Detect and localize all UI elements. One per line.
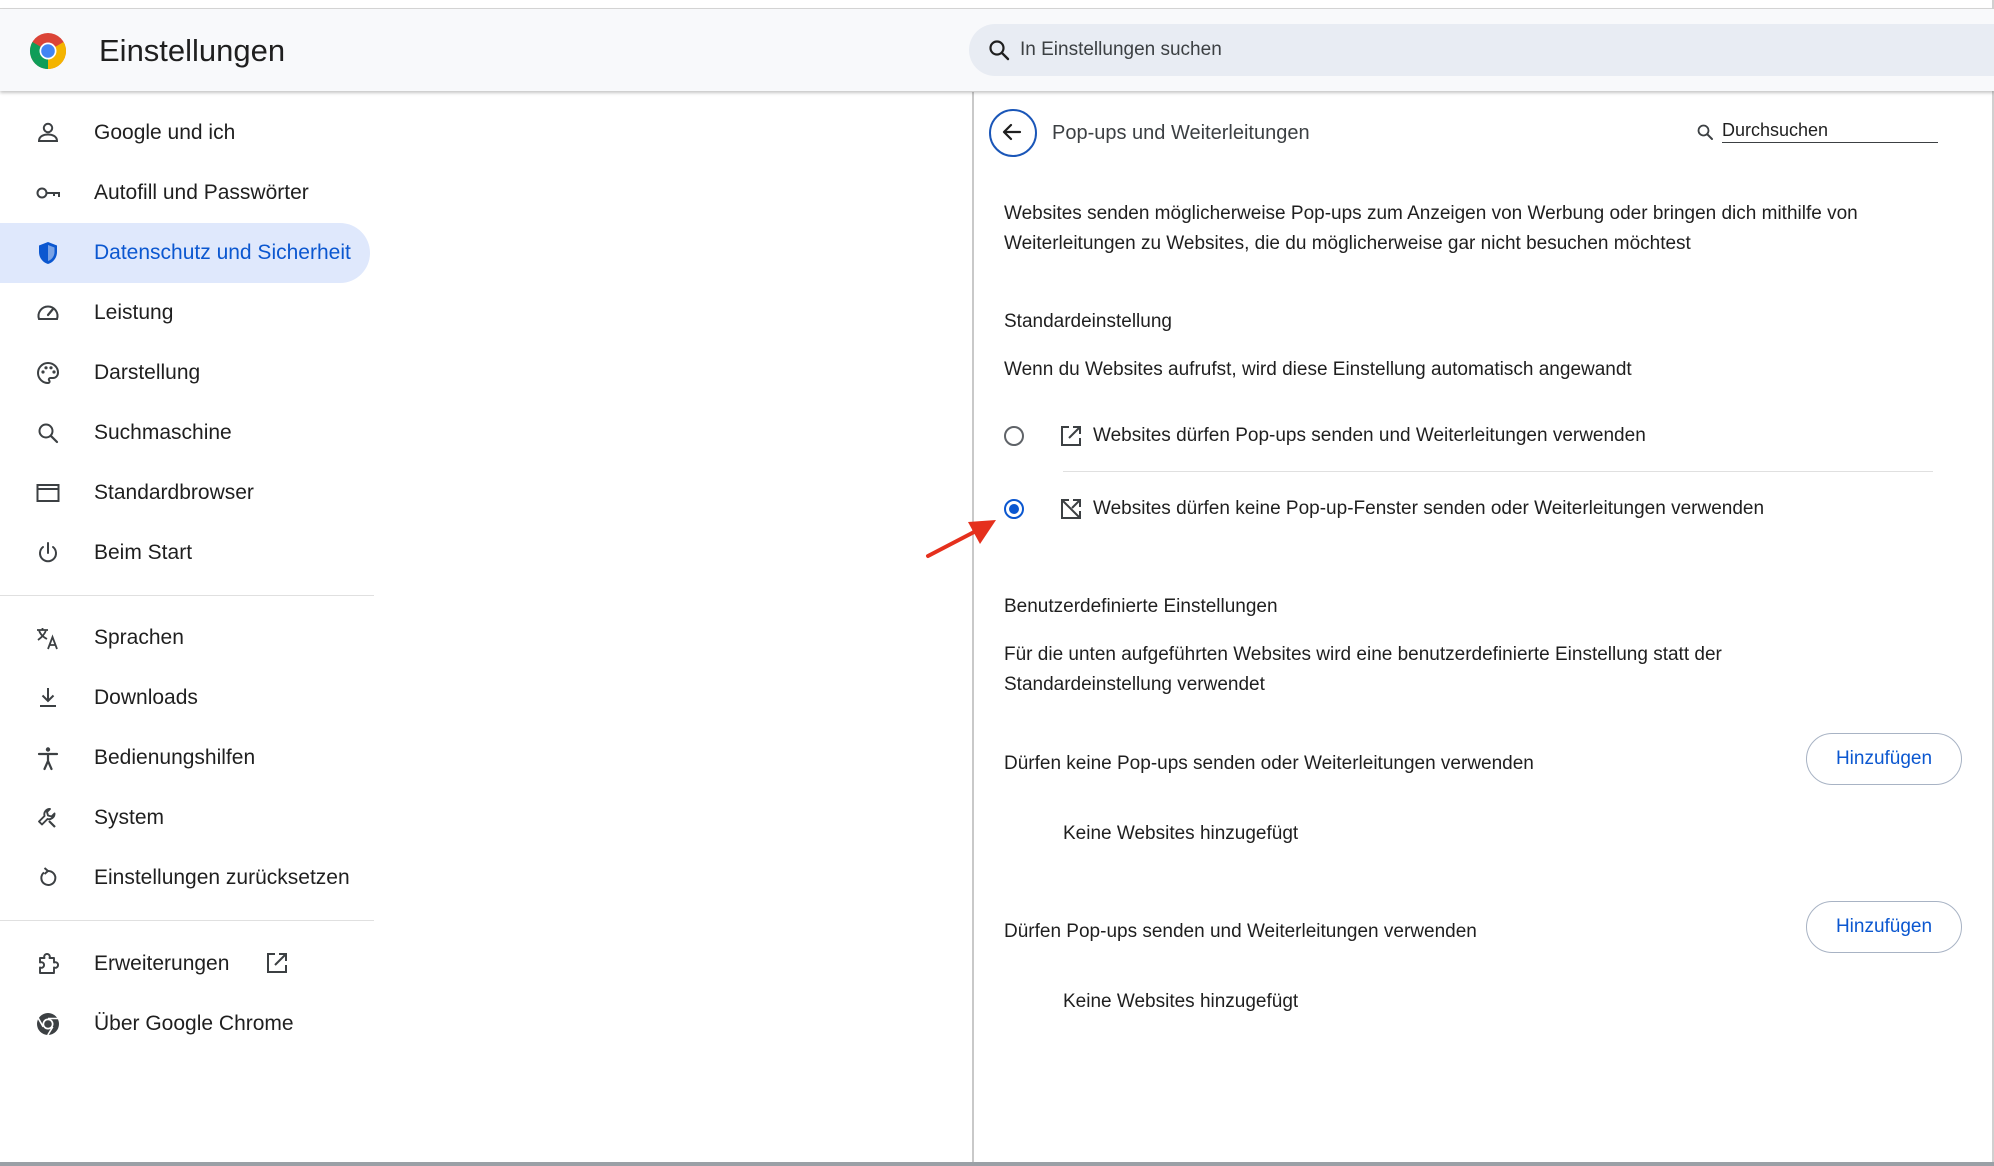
person-icon xyxy=(37,122,59,142)
sidebar-item-label: Leistung xyxy=(94,301,174,324)
custom-settings-description: Für die unten aufgeführten Websites wird… xyxy=(1004,644,1722,695)
sidebar-item-datenschutz[interactable]: Datenschutz und Sicherheit xyxy=(0,223,370,283)
popups-settings-panel: Pop-ups und Weiterleitungen Websites sen… xyxy=(974,92,1992,1162)
radio-option-block[interactable]: Websites dürfen keine Pop-up-Fenster sen… xyxy=(1004,476,1962,542)
annotation-arrow xyxy=(926,520,996,558)
sidebar-item-label: Standardbrowser xyxy=(94,481,254,504)
sidebar-item-label: Bedienungshilfen xyxy=(94,746,256,769)
shield-icon xyxy=(39,242,57,264)
chrome-icon xyxy=(37,1013,59,1036)
sidebar: Google und ich Autofill und Passwörter D… xyxy=(0,92,374,1166)
custom-settings-heading: Benutzerdefinierte Einstellungen xyxy=(1004,596,1278,617)
search-icon xyxy=(38,423,59,444)
back-button[interactable] xyxy=(989,109,1037,157)
translate-icon xyxy=(37,628,58,650)
settings-header: Einstellungen In Einstellungen suchen xyxy=(0,9,1994,91)
sidebar-divider xyxy=(0,920,374,921)
sidebar-item-suchmaschine[interactable]: Suchmaschine xyxy=(0,403,374,463)
download-icon xyxy=(40,688,56,707)
block-list-heading: Dürfen keine Pop-ups senden oder Weiterl… xyxy=(1004,753,1534,774)
panel-search-input[interactable] xyxy=(1722,118,1938,143)
sidebar-item-label: Über Google Chrome xyxy=(94,1012,294,1035)
popup-blocked-icon xyxy=(1061,499,1081,519)
key-icon xyxy=(36,187,60,199)
radio-allow[interactable] xyxy=(1004,426,1024,446)
settings-search-bar[interactable]: In Einstellungen suchen xyxy=(969,24,1994,76)
sidebar-item-label: Autofill und Passwörter xyxy=(94,181,309,204)
chrome-logo-icon xyxy=(29,33,67,69)
sidebar-item-label: Darstellung xyxy=(94,361,201,384)
accessibility-icon xyxy=(37,747,59,771)
sidebar-item-ueber-chrome[interactable]: Über Google Chrome xyxy=(0,994,374,1054)
arrow-back-icon xyxy=(1002,123,1022,141)
sidebar-item-label: Suchmaschine xyxy=(94,421,232,444)
top-border xyxy=(0,0,1994,9)
radio-block[interactable] xyxy=(1004,499,1024,519)
wrench-icon xyxy=(38,808,56,828)
sidebar-item-erweiterungen[interactable]: Erweiterungen xyxy=(0,934,374,994)
puzzle-icon xyxy=(39,953,59,974)
reset-icon xyxy=(40,867,57,886)
sidebar-item-system[interactable]: System xyxy=(0,788,374,848)
open-in-new-icon xyxy=(267,953,287,973)
sidebar-item-downloads[interactable]: Downloads xyxy=(0,668,374,728)
allow-list-heading: Dürfen Pop-ups senden und Weiterleitunge… xyxy=(1004,921,1477,942)
search-icon xyxy=(1697,124,1713,140)
window-bottom-edge xyxy=(0,1162,1994,1166)
radio-option-allow[interactable]: Websites dürfen Pop-ups senden und Weite… xyxy=(1004,403,1962,469)
app-title: Einstellungen xyxy=(99,33,286,68)
sidebar-item-label: Datenschutz und Sicherheit xyxy=(94,241,351,264)
palette-icon xyxy=(36,361,60,385)
sidebar-item-darstellung[interactable]: Darstellung xyxy=(0,343,374,403)
add-blocked-site-button[interactable]: Hinzufügen xyxy=(1806,733,1962,785)
open-in-new-icon xyxy=(1061,426,1081,446)
sidebar-item-bedienungshilfen[interactable]: Bedienungshilfen xyxy=(0,728,374,788)
sidebar-item-label: Google und ich xyxy=(94,121,236,144)
sidebar-item-leistung[interactable]: Leistung xyxy=(0,283,374,343)
sidebar-item-label: Downloads xyxy=(94,686,198,709)
search-icon xyxy=(989,40,1010,61)
speedometer-icon xyxy=(37,305,59,320)
browser-window-icon xyxy=(36,484,60,502)
sidebar-item-standardbrowser[interactable]: Standardbrowser xyxy=(0,463,374,523)
sidebar-item-label: Sprachen xyxy=(94,626,184,649)
power-icon xyxy=(39,542,57,563)
sidebar-item-google-und-ich[interactable]: Google und ich xyxy=(0,103,374,163)
default-setting-heading: Standardeinstellung xyxy=(1004,311,1172,332)
option-divider xyxy=(1063,471,1933,472)
sidebar-divider xyxy=(0,595,374,596)
sidebar-item-label: System xyxy=(94,806,165,829)
sidebar-item-label: Erweiterungen xyxy=(94,952,230,975)
sidebar-item-label: Einstellungen zurücksetzen xyxy=(94,866,350,889)
panel-description: Websites senden möglicherweise Pop-ups z… xyxy=(1004,203,1858,254)
radio-block-label: Websites dürfen keine Pop-up-Fenster sen… xyxy=(1093,498,1765,519)
sidebar-item-autofill[interactable]: Autofill und Passwörter xyxy=(0,163,374,223)
default-setting-description: Wenn du Websites aufrufst, wird diese Ei… xyxy=(1004,359,1632,380)
sidebar-item-zuruecksetzen[interactable]: Einstellungen zurücksetzen xyxy=(0,848,374,908)
radio-allow-label: Websites dürfen Pop-ups senden und Weite… xyxy=(1093,425,1646,446)
block-list-empty: Keine Websites hinzugefügt xyxy=(1063,823,1299,844)
page-title: Pop-ups und Weiterleitungen xyxy=(1052,122,1310,144)
sidebar-item-beim-start[interactable]: Beim Start xyxy=(0,523,374,583)
sidebar-item-label: Beim Start xyxy=(94,541,193,564)
allow-list-empty: Keine Websites hinzugefügt xyxy=(1063,991,1299,1012)
settings-search-input[interactable]: In Einstellungen suchen xyxy=(1020,39,1222,61)
sidebar-item-sprachen[interactable]: Sprachen xyxy=(0,608,374,668)
add-allowed-site-button[interactable]: Hinzufügen xyxy=(1806,901,1962,953)
